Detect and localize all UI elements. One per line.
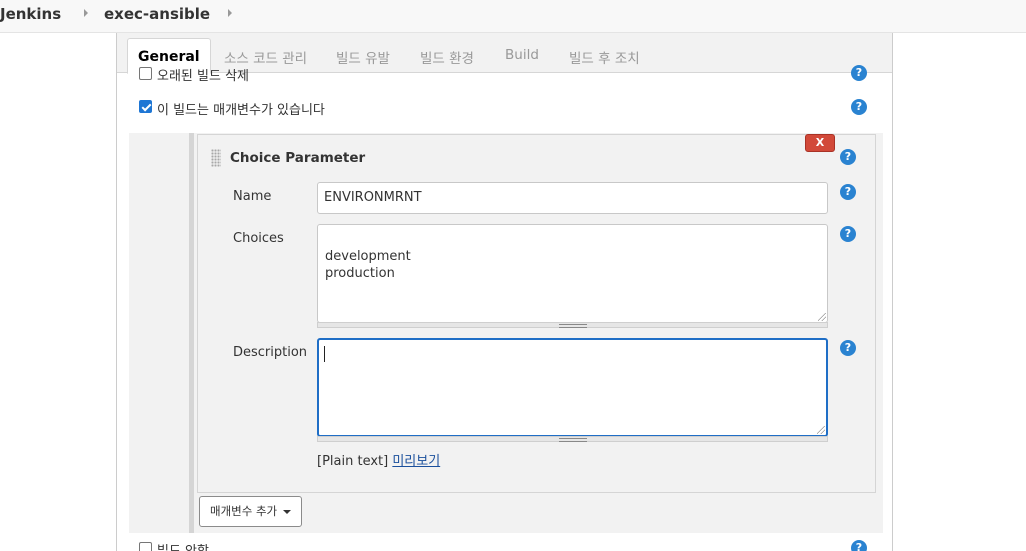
tab-post-build[interactable]: 빌드 후 조치 — [569, 47, 640, 67]
discard-old-builds-checkbox[interactable] — [139, 67, 152, 80]
caret-down-icon — [283, 509, 292, 514]
help-icon[interactable]: ? — [840, 184, 856, 200]
tab-build-environment[interactable]: 빌드 환경 — [420, 47, 474, 67]
help-icon[interactable]: ? — [840, 149, 856, 165]
choices-value: development production — [325, 249, 411, 281]
description-textarea[interactable] — [317, 338, 828, 437]
description-expand-handle[interactable] — [317, 436, 828, 442]
breadcrumb-jenkins[interactable]: Jenkins — [0, 5, 61, 23]
section-indent-bar — [189, 133, 194, 533]
parameter-type-title: Choice Parameter — [230, 150, 366, 166]
delete-parameter-button[interactable]: X — [805, 134, 835, 152]
config-panel: General 소스 코드 관리 빌드 유발 빌드 환경 Build 빌드 후 … — [116, 33, 893, 551]
disable-build-label: 빌드 안함 — [157, 540, 209, 551]
tab-scm[interactable]: 소스 코드 관리 — [224, 47, 307, 67]
tab-build[interactable]: Build — [505, 47, 539, 63]
drag-handle-icon[interactable] — [211, 149, 221, 167]
breadcrumb: Jenkins exec-ansible — [0, 0, 1026, 33]
choices-expand-handle[interactable] — [317, 322, 828, 328]
plain-text-label: [Plain text] — [317, 454, 389, 469]
breadcrumb-job[interactable]: exec-ansible — [104, 5, 210, 23]
help-icon[interactable]: ? — [851, 99, 867, 115]
help-icon[interactable]: ? — [840, 226, 856, 242]
text-caret — [324, 346, 325, 362]
choice-parameter-block: Choice Parameter X ? Name ENVIRONMRNT ? … — [197, 134, 876, 493]
description-label: Description — [233, 345, 308, 360]
help-icon[interactable]: ? — [851, 65, 867, 81]
disable-build-checkbox[interactable] — [139, 542, 152, 551]
resize-grip-icon[interactable] — [818, 313, 826, 321]
preview-link[interactable]: 미리보기 — [392, 454, 440, 469]
help-icon[interactable]: ? — [851, 540, 867, 551]
name-label: Name — [233, 189, 272, 204]
name-input[interactable]: ENVIRONMRNT — [317, 182, 828, 214]
tab-build-triggers[interactable]: 빌드 유발 — [336, 47, 390, 67]
parameterized-label: 이 빌드는 매개변수가 있습니다 — [157, 103, 325, 118]
add-parameter-button[interactable]: 매개변수 추가 — [199, 496, 303, 527]
chevron-right-icon[interactable] — [228, 9, 232, 17]
choices-label: Choices — [233, 231, 284, 246]
chevron-right-icon[interactable] — [84, 9, 88, 17]
markup-format-note: [Plain text] 미리보기 — [317, 450, 440, 469]
discard-old-builds-label: 오래된 빌드 삭제 — [157, 69, 249, 84]
choices-textarea[interactable]: development production — [317, 224, 828, 323]
resize-grip-icon[interactable] — [817, 426, 825, 434]
parameterized-checkbox[interactable] — [139, 100, 152, 113]
help-icon[interactable]: ? — [840, 340, 856, 356]
add-parameter-label: 매개변수 추가 — [210, 504, 278, 518]
